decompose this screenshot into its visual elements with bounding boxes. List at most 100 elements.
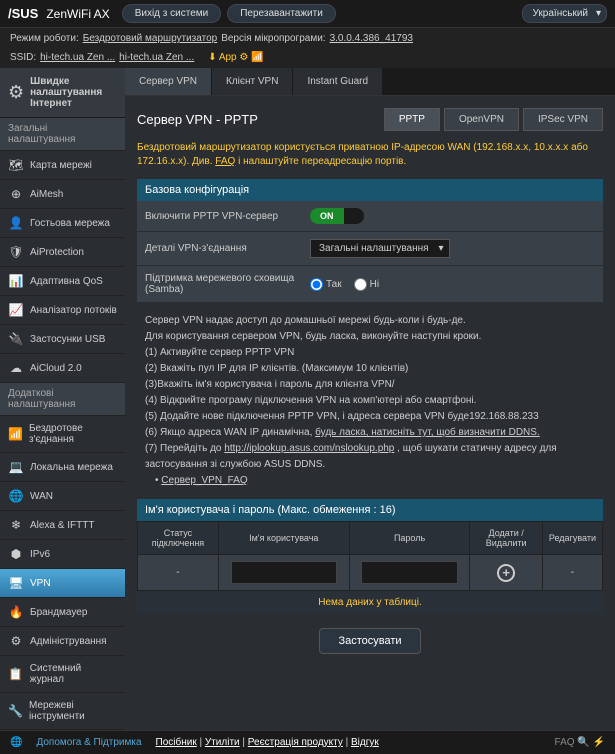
proto-button[interactable]: OpenVPN [444, 108, 519, 131]
menu-label: Alexa & IFTTT [30, 520, 94, 531]
menu-icon: 👤 [8, 216, 24, 230]
note-steps: Для користування сервером VPN, будь ласк… [145, 329, 595, 345]
sidebar-item[interactable]: 🌐WAN [0, 482, 125, 511]
menu-label: Брандмауер [30, 607, 87, 618]
no-data: Нема даних у таблиці. [137, 591, 603, 614]
sidebar-item[interactable]: 📈Аналізатор потоків [0, 296, 125, 325]
col-header: Редагувати [542, 522, 602, 555]
col-header: Пароль [349, 522, 470, 555]
sidebar-item[interactable]: ⊕AiMesh [0, 180, 125, 209]
password-input[interactable] [361, 561, 458, 584]
sidebar-item[interactable]: 🗺Карта мережі [0, 151, 125, 180]
sidebar-item[interactable]: 👤 Гостьова мережа [0, 209, 125, 238]
apply-button[interactable]: Застосувати [319, 628, 420, 654]
sidebar-item[interactable]: 📋 Системний журнал [0, 656, 125, 693]
menu-icon: 🖥 [8, 576, 24, 590]
sidebar-item[interactable]: 🖥VPN [0, 569, 125, 598]
edit-cell: - [542, 555, 602, 591]
menu-label: AiCloud 2.0 [30, 363, 82, 374]
menu-label: Гостьова мережа [30, 218, 110, 229]
footer-link[interactable]: Відгук [351, 737, 379, 748]
sidebar-item[interactable]: ❄ Alexa & IFTTT [0, 511, 125, 540]
footer-faq[interactable]: FAQ 🔍 ⚡ [555, 737, 605, 748]
ddns-link[interactable]: будь ласка, натисніть тут, щоб визначити… [315, 427, 540, 438]
menu-label: Локальна мережа [30, 462, 113, 473]
sidebar-item[interactable]: 📊Адаптивна QoS [0, 267, 125, 296]
sidebar-item[interactable]: 🛡AiProtection [0, 238, 125, 267]
details-select[interactable]: Загальні налаштування [310, 239, 450, 258]
add-button[interactable]: + [497, 564, 515, 582]
footer-link[interactable]: Реєстрація продукту [248, 737, 343, 748]
section-general: Загальні налаштування [0, 118, 125, 151]
col-header: Статус підключення [138, 522, 219, 555]
footer-link[interactable]: Утиліти [205, 737, 240, 748]
page-title: Сервер VPN - PPTP [137, 112, 258, 127]
faq-link[interactable]: FAQ [215, 156, 235, 167]
details-label: Деталі VPN-з'єднання [145, 243, 310, 254]
sidebar-item[interactable]: 💻Локальна мережа [0, 453, 125, 482]
footer-link[interactable]: Посібник [156, 737, 197, 748]
menu-label: Адміністрування [30, 636, 107, 647]
samba-yes[interactable]: Так [310, 278, 342, 291]
sidebar-item[interactable]: 🔧 Мережеві інструменти [0, 693, 125, 730]
reboot-button[interactable]: Перезавантажити [227, 4, 336, 23]
wan-warning: Бездротовий маршрутизатор користується п… [137, 141, 603, 169]
tab[interactable]: Instant Guard [293, 68, 383, 95]
step-1: (1) Активуйте сервер PPTP VPN [145, 345, 595, 361]
help-label: Допомога & Підтримка [36, 737, 141, 748]
menu-label: Карта мережі [30, 160, 92, 171]
sidebar-item[interactable]: 🔥 Брандмауер [0, 598, 125, 627]
step-6: (6) Якщо адреса WAN IP динамічна, будь л… [145, 425, 595, 441]
enable-toggle[interactable]: ON [310, 208, 364, 224]
gear-icon: ⚙ [8, 82, 24, 103]
app-link[interactable]: ⬇ App ⚙ 📶 [208, 52, 263, 63]
globe-icon: 🌐 [10, 737, 22, 748]
proto-button[interactable]: PPTP [384, 108, 440, 131]
ssid-2[interactable]: hi-tech.ua Zen ... [119, 52, 194, 63]
ssid-1[interactable]: hi-tech.ua Zen ... [40, 52, 115, 63]
step-4: (4) Відкрийте програму підключення VPN н… [145, 393, 595, 409]
sidebar-item[interactable]: 📶Бездротове з'єднання [0, 416, 125, 453]
language-select[interactable]: Український [522, 4, 607, 23]
fw-link[interactable]: 3.0.0.4.386_41793 [330, 33, 413, 44]
step-3: (3)Вкажіть ім'я користувача і пароль для… [145, 377, 595, 393]
fw-label: Версія мікропрограми: [221, 33, 325, 44]
mode-link[interactable]: Бездротовий маршрутизатор [83, 33, 217, 44]
tab[interactable]: Сервер VPN [125, 68, 212, 95]
logout-button[interactable]: Вихід з системи [122, 4, 222, 23]
samba-no[interactable]: Ні [354, 278, 379, 291]
menu-icon: 🔥 [8, 605, 24, 619]
menu-label: Системний журнал [30, 663, 117, 685]
step-7: (7) Перейдіть до http://iplookup.asus.co… [145, 441, 595, 473]
menu-label: Адаптивна QoS [30, 276, 103, 287]
menu-icon: ❄ [8, 518, 24, 532]
menu-icon: 📋 [8, 667, 24, 681]
menu-label: Бездротове з'єднання [29, 423, 117, 445]
proto-button[interactable]: IPSec VPN [523, 108, 603, 131]
iplookup-link[interactable]: http://iplookup.asus.com/nslookup.php [224, 443, 394, 454]
note-intro: Сервер VPN надає доступ до домашньої мер… [145, 313, 595, 329]
username-input[interactable] [231, 561, 337, 584]
table-row: - + - [138, 555, 603, 591]
sidebar-item[interactable]: 🔌Застосунки USB [0, 325, 125, 354]
vpn-faq-link[interactable]: Сервер_VPN_FAQ [161, 475, 247, 486]
quick-setup[interactable]: ⚙ Швидке налаштування Інтернет [0, 68, 125, 118]
menu-icon: 🔌 [8, 332, 24, 346]
step-2: (2) Вкажіть пул IP для IP клієнтів. (Мак… [145, 361, 595, 377]
menu-icon: 🔧 [8, 704, 23, 718]
enable-label: Включити PPTP VPN-сервер [145, 211, 310, 222]
col-header: Додати / Видалити [470, 522, 542, 555]
menu-icon: 📈 [8, 303, 24, 317]
tab[interactable]: Клієнт VPN [212, 68, 293, 95]
quick-label: Швидке налаштування Інтернет [30, 76, 117, 109]
sidebar-item[interactable]: ☁AiCloud 2.0 [0, 354, 125, 383]
section-basic: Базова конфігурація [137, 179, 603, 201]
sidebar-item[interactable]: ⬢IPv6 [0, 540, 125, 569]
menu-label: Мережеві інструменти [29, 700, 117, 722]
menu-icon: ⚙ [8, 634, 24, 648]
sidebar-item[interactable]: ⚙ Адміністрування [0, 627, 125, 656]
ssid-label: SSID: [10, 52, 36, 63]
menu-label: IPv6 [30, 549, 50, 560]
menu-label: AiMesh [30, 189, 63, 200]
samba-label: Підтримка мережевого сховища (Samba) [145, 273, 310, 295]
